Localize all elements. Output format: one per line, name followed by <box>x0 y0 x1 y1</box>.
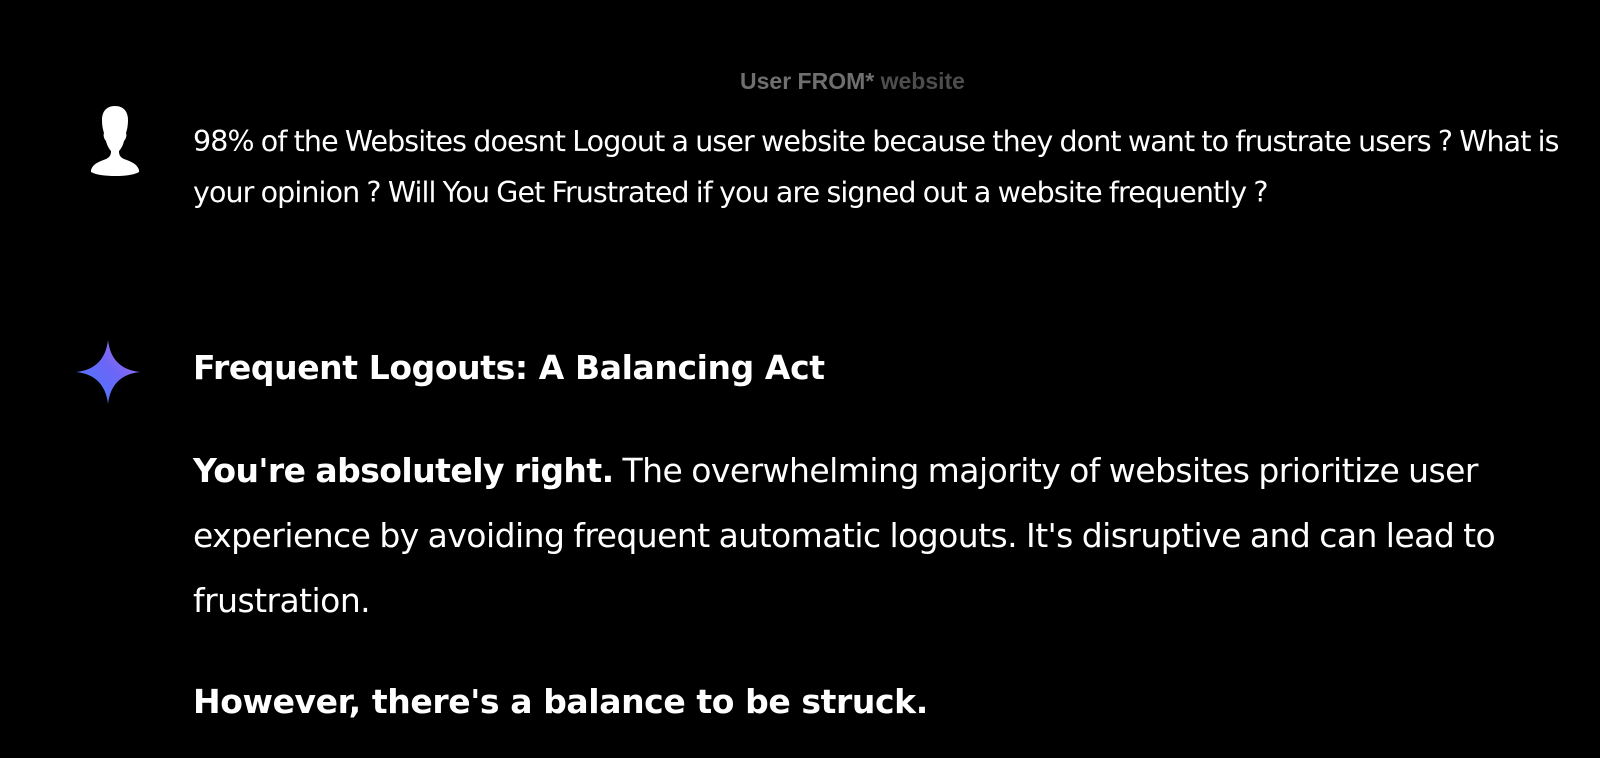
conversation-source-label: User FROM* website <box>740 68 965 95</box>
gemini-sparkle-icon <box>76 340 140 404</box>
response-heading: Frequent Logouts: A Balancing Act <box>193 348 825 387</box>
user-message-text: 98% of the Websites doesnt Logout a user… <box>193 125 1560 209</box>
user-silhouette-icon <box>90 106 140 176</box>
source-label-user: User FROM* <box>740 68 875 94</box>
response-subheading: However, there's a balance to be struck. <box>193 682 928 721</box>
response-paragraph-bold: You're absolutely right. <box>193 451 614 490</box>
source-label-website: website <box>880 68 965 94</box>
response-paragraph: You're absolutely right. The overwhelmin… <box>193 438 1588 633</box>
